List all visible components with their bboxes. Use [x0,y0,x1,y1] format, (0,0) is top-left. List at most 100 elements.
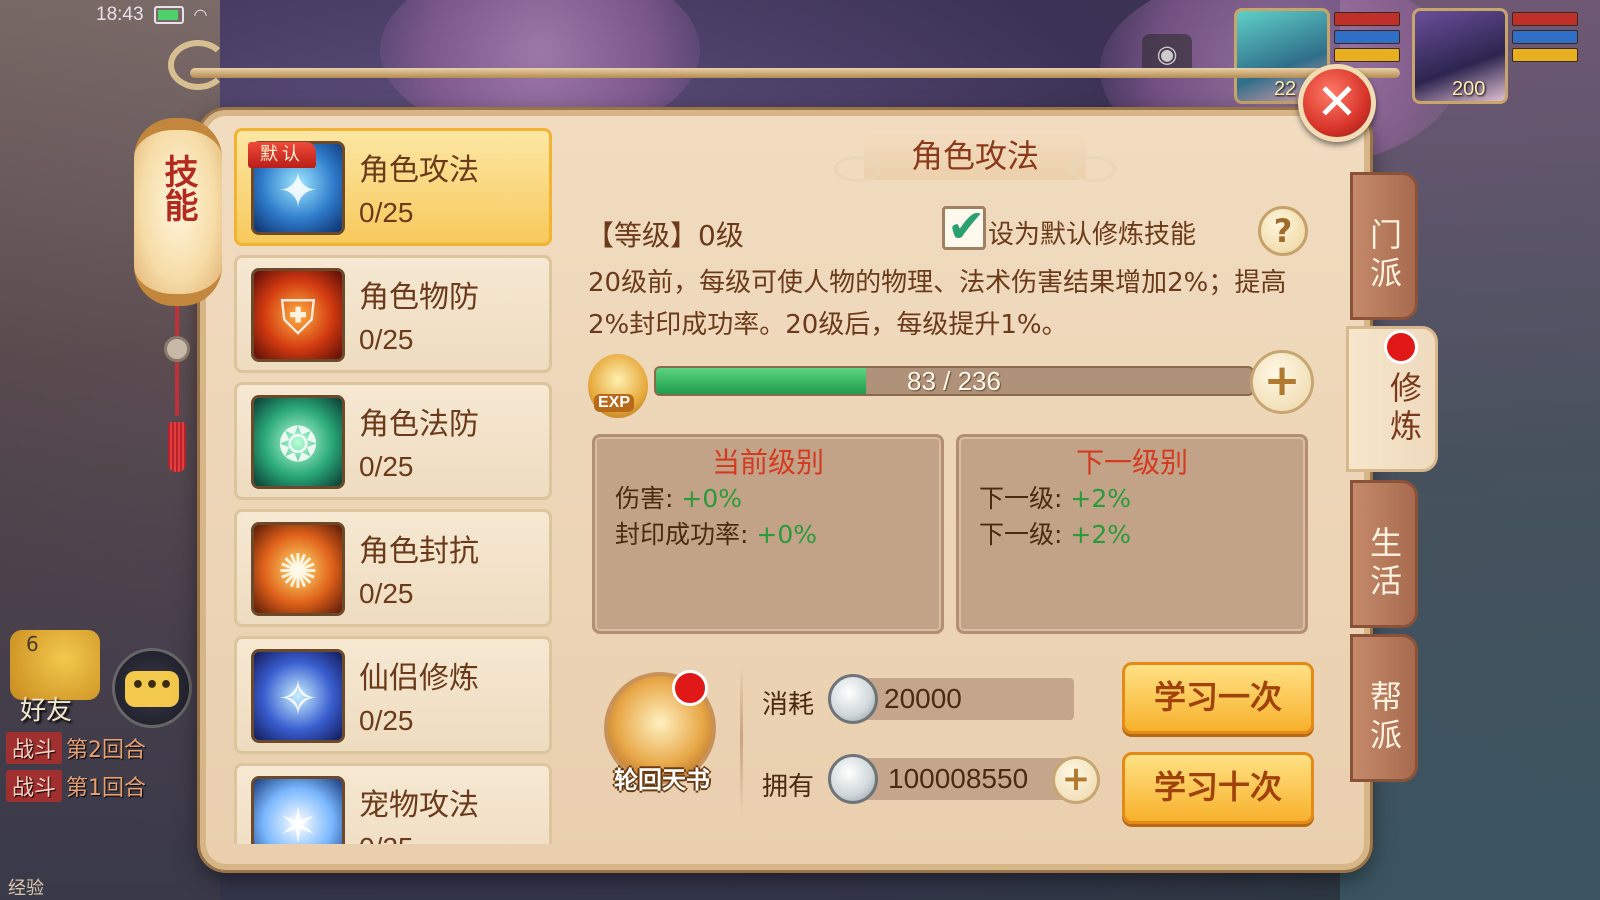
hp-bar [1334,12,1400,26]
hp-bar [1512,12,1578,26]
icon-glyph: ✺ [277,544,319,600]
help-button[interactable]: ? [1258,206,1308,256]
stat-line: 下一级: +2% [959,517,1305,553]
battery-icon [153,6,184,24]
exp-badge-text: EXP [594,394,635,412]
character-magic-defense-icon: ❂ [251,395,345,489]
friend-message-count: 6 [26,632,39,656]
skill-name: 角色物防 [359,280,479,315]
silver-coin-icon [828,754,878,804]
skill-level-text: 【等级】0级 [586,219,744,252]
checkmark-icon: ✔ [947,199,986,253]
vertical-divider [740,664,743,814]
silver-coin-icon [828,674,878,724]
notification-dot [1384,330,1418,364]
chat-button[interactable]: ••• [112,648,192,728]
character-level: 22 [1274,78,1297,100]
current-level-box: 当前级别 伤害: +0% 封印成功率: +0% [592,434,944,634]
stat-label: 下一级: [979,484,1071,513]
skill-level: 0/25 [359,578,414,609]
notification-dot [672,670,708,706]
tab-sect[interactable]: 门派 [1350,172,1418,320]
party-member-2[interactable]: 200 [1412,8,1584,104]
sp-bar [1512,48,1578,62]
next-level-box: 下一级别 下一级: +2% 下一级: +2% [956,434,1308,634]
skill-level: 0/25 [359,324,414,355]
sp-bar [1334,48,1400,62]
tab-guild[interactable]: 帮派 [1350,634,1418,782]
skill-name: 角色封抗 [359,534,479,569]
icon-glyph: ✶ [277,798,319,844]
character-seal-resist-icon: ✺ [251,522,345,616]
icon-glyph: ❂ [277,417,319,473]
pet-status-bars [1512,12,1578,66]
current-level-title: 当前级别 [711,446,824,479]
owned-value: 100008550 [856,758,1076,800]
stat-label: 伤害: [615,484,682,513]
stat-label: 下一级: [979,520,1071,549]
device-status-bar: 18:43 ◠ [96,4,208,26]
skill-level: 0/25 [359,451,414,482]
stat-value: +0% [681,484,742,513]
default-skill-label[interactable]: 设为默认修炼技能 [988,214,1196,251]
stat-line: 伤害: +0% [595,481,941,517]
cost-value: 20000 [856,678,1074,720]
cost-label: 消耗 [762,690,815,720]
icon-glyph: ✧ [277,671,319,727]
skill-level: 0/25 [359,197,414,228]
close-button[interactable]: ✕ [1298,64,1376,142]
pet-attack-magic-icon: ✶ [251,776,345,844]
skill-item-character-physical-defense[interactable]: ⛨ 角色物防 0/25 [234,255,552,373]
exp-label: 经验 [8,878,44,899]
battle-log-entry[interactable]: 战斗 第2回合 [6,732,146,764]
chat-bubble-icon: ••• [125,671,179,707]
party-portraits: 22 200 [1234,8,1584,104]
skill-level: 0/25 [359,832,414,844]
skill-item-character-seal-resist[interactable]: ✺ 角色封抗 0/25 [234,509,552,627]
skill-list[interactable]: ✦ 角色攻法 0/25 ⛨ 角色物防 0/25 ❂ 角色法防 0/25 ✺ 角色… [234,128,552,844]
battle-log-entry[interactable]: 战斗 第1回合 [6,770,146,802]
tab-life[interactable]: 生活 [1350,480,1418,628]
character-physical-defense-icon: ⛨ [251,268,345,362]
mp-bar [1334,30,1400,44]
stat-label: 封印成功率: [615,520,757,549]
default-badge: 默认 [248,142,316,168]
pet-level: 200 [1452,78,1486,100]
tassel-knot [164,336,190,362]
panel-title: 技能 [158,154,198,222]
tassel-fringe [168,422,186,472]
icon-glyph: ⛨ [279,290,316,346]
clock-time: 18:43 [96,4,144,25]
owned-label: 拥有 [762,772,815,802]
exp-progress-text: 83 / 236 [907,366,1001,396]
detail-title-plate: 角色攻法 [834,130,1116,182]
add-exp-button[interactable]: + [1250,350,1314,414]
battle-tag: 战斗 [6,770,63,802]
rope-curl-ornament [168,40,228,90]
skills-lantern-title: 技能 [134,118,222,306]
reincarnation-book-label[interactable]: 轮回天书 [600,760,724,795]
default-skill-checkbox[interactable]: ✔ [942,199,986,253]
panel-top-rope [190,68,1400,78]
mp-bar [1512,30,1578,44]
add-silver-button[interactable]: + [1052,756,1100,804]
learn-ten-times-button[interactable]: 学习十次 [1122,752,1314,824]
learn-once-button[interactable]: 学习一次 [1122,662,1314,734]
stat-value: +2% [1070,484,1131,513]
skill-description: 20级前，每级可使人物的物理、法术伤害结果增加2%；提高2%封印成功率。20级后… [588,268,1287,340]
exp-icon: EXP [588,354,648,418]
skill-name: 角色法防 [359,407,479,442]
next-level-title: 下一级别 [1075,446,1188,479]
partner-cultivation-icon: ✧ [251,649,345,743]
skill-item-partner-cultivation[interactable]: ✧ 仙侣修炼 0/25 [234,636,552,754]
skill-name: 宠物攻法 [359,788,479,823]
lantern-tassel [164,306,190,476]
friend-label[interactable]: 好友 [20,690,72,727]
character-status-bars [1334,12,1400,66]
skill-item-character-magic-defense[interactable]: ❂ 角色法防 0/25 [234,382,552,500]
battle-round-text: 第2回合 [66,738,147,763]
skill-item-pet-attack[interactable]: ✶ 宠物攻法 0/25 [234,763,552,844]
wifi-icon: ◠ [193,7,208,24]
skill-name: 角色攻法 [359,153,479,188]
stat-line: 封印成功率: +0% [595,517,941,553]
